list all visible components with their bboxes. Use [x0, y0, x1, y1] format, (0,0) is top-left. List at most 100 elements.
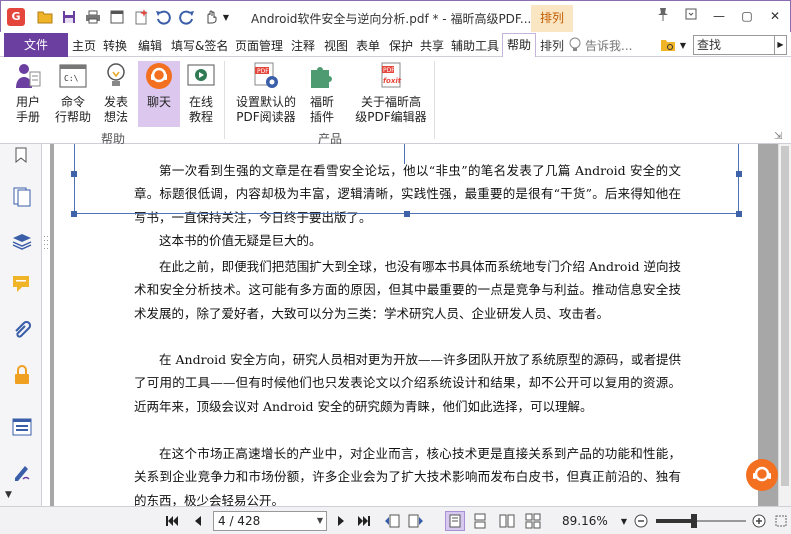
tab-file[interactable]: 文件 [4, 33, 68, 57]
user-manual-button[interactable]: 用户 手册 [8, 61, 48, 127]
resize-handle[interactable] [71, 171, 77, 177]
tab-protect[interactable]: 保护 [389, 37, 413, 54]
ribbon-collapse-icon[interactable]: ⇲ [774, 131, 782, 142]
foxit-badge-text: foxit [383, 77, 402, 85]
tab-convert[interactable]: 转换 [103, 37, 127, 54]
page-number-input[interactable]: 4 / 428 ▼ [213, 511, 327, 531]
open-folder-icon[interactable] [37, 9, 53, 25]
user-manual-label-2: 手册 [15, 110, 40, 124]
resize-handle[interactable] [736, 171, 742, 177]
save-icon[interactable] [61, 9, 77, 25]
user-manual-label-1: 用户 [15, 95, 40, 109]
redo-icon[interactable] [179, 9, 195, 25]
scrollbar-thumb[interactable] [781, 146, 789, 486]
about-foxit-button[interactable]: PDF foxit 关于福昕高 级PDF编辑器 [354, 61, 428, 127]
app-logo-icon[interactable]: G [7, 8, 25, 26]
about-foxit-label-1: 关于福昕高 [360, 95, 421, 109]
hand-tool-icon[interactable] [203, 9, 219, 25]
plugins-button[interactable]: 福昕 插件 [303, 61, 341, 127]
continuous-facing-view-button[interactable] [523, 511, 543, 531]
chat-button[interactable]: 聊天 [138, 61, 180, 127]
zoom-slider[interactable] [656, 514, 746, 528]
vertical-scrollbar[interactable] [778, 144, 791, 506]
pin-icon[interactable] [651, 7, 675, 25]
layers-icon[interactable] [11, 230, 33, 252]
title-bar: G ▼ Android软件安全与逆向分析.pdf * - 福昕高级PDF... … [0, 0, 791, 33]
comments-icon[interactable] [11, 273, 33, 295]
attachments-icon[interactable] [11, 320, 33, 342]
tab-fill-sign[interactable]: 填写&签名 [171, 37, 228, 54]
pdf-page[interactable]: 第一次看到生强的文章是在看雪安全论坛，他以“非虫”的笔名发表了几篇 Androi… [54, 144, 758, 506]
resize-handle[interactable] [736, 211, 742, 217]
bookmark-icon[interactable] [11, 144, 33, 166]
continuous-view-button[interactable] [470, 511, 490, 531]
single-page-view-button[interactable] [445, 511, 465, 531]
share-idea-button[interactable]: 发表 想法 [97, 61, 135, 127]
dropdown-arrow-icon[interactable]: ▼ [221, 9, 231, 25]
undo-icon[interactable] [155, 9, 171, 25]
panel-expand-arrow-icon[interactable]: ▼ [5, 490, 12, 500]
zoom-dropdown-arrow-icon[interactable]: ▼ [619, 513, 629, 529]
page-dropdown-arrow-icon[interactable]: ▼ [317, 512, 323, 530]
zoom-level[interactable]: 89.16% [562, 514, 608, 528]
minimize-button[interactable]: — [707, 7, 731, 25]
close-button[interactable]: ✕ [763, 7, 787, 25]
document-view[interactable]: 第一次看到生强的文章是在看雪安全论坛，他以“非虫”的笔名发表了几篇 Androi… [50, 144, 778, 506]
command-line-help-button[interactable]: C:\ 命令 行帮助 [52, 61, 94, 127]
paragraph: 在 Android 安全方向，研究人员相对更为开放——许多团队开放了系统原型的源… [134, 352, 681, 414]
group-divider [434, 61, 435, 139]
chat-float-button[interactable] [746, 459, 778, 491]
security-icon[interactable] [11, 364, 33, 386]
tab-comment[interactable]: 注释 [291, 37, 315, 54]
search-folder-icon[interactable] [660, 37, 676, 53]
online-tutorial-label-1: 在线 [188, 95, 213, 109]
new-window-icon[interactable] [109, 9, 125, 25]
first-page-icon[interactable] [164, 513, 180, 529]
online-tutorial-button[interactable]: 在线 教程 [183, 61, 219, 127]
svg-text:C:\: C:\ [64, 74, 79, 83]
tab-home[interactable]: 主页 [72, 37, 96, 54]
about-foxit-label-2: 级PDF编辑器 [355, 110, 427, 124]
search-options-dropdown-icon[interactable]: ▼ [678, 37, 688, 53]
tab-view[interactable]: 视图 [324, 37, 348, 54]
tab-page-management[interactable]: 页面管理 [235, 37, 283, 54]
forward-icon[interactable] [408, 513, 424, 529]
tab-help[interactable]: 帮助 [502, 33, 536, 58]
find-next-icon[interactable]: ▶ [775, 35, 787, 55]
find-input[interactable]: 查找 [693, 35, 775, 55]
maximize-button[interactable]: ▢ [735, 7, 759, 25]
pages-icon[interactable] [11, 186, 33, 208]
about-foxit-icon: PDF foxit [376, 61, 406, 91]
text-box-selection[interactable] [74, 144, 739, 214]
tab-share[interactable]: 共享 [420, 37, 444, 54]
idea-bulb-icon [101, 61, 131, 91]
user-manual-icon [13, 61, 43, 91]
prev-page-icon[interactable] [190, 513, 206, 529]
resize-handle[interactable] [71, 211, 77, 217]
panel-splitter[interactable] [42, 144, 50, 506]
ribbon-options-button[interactable] [679, 7, 703, 25]
share-idea-label-1: 发表 [103, 95, 128, 109]
menu-bar: 文件 主页 转换 编辑 填写&签名 页面管理 注释 视图 表单 保护 共享 辅助… [0, 32, 791, 58]
tab-edit[interactable]: 编辑 [138, 37, 162, 54]
resize-handle[interactable] [404, 211, 410, 217]
facing-view-button[interactable] [497, 511, 517, 531]
zoom-slider-handle[interactable] [690, 514, 697, 528]
context-tab-arrange-header[interactable]: 排列 [531, 5, 573, 33]
tab-form[interactable]: 表单 [356, 37, 380, 54]
sparkle-icon[interactable] [133, 9, 149, 25]
back-icon[interactable] [384, 513, 400, 529]
next-page-icon[interactable] [333, 513, 349, 529]
tab-accessibility[interactable]: 辅助工具 [451, 37, 499, 54]
tell-me-input[interactable]: 告诉我... [585, 37, 632, 54]
zoom-out-icon[interactable] [633, 513, 649, 529]
pdf-badge-text-2: PDF [383, 67, 395, 74]
signature-icon[interactable] [11, 460, 33, 482]
fit-icon[interactable] [773, 513, 789, 529]
set-default-reader-button[interactable]: PDF 设置默认的 PDF阅读器 [232, 61, 300, 127]
zoom-in-icon[interactable] [751, 513, 767, 529]
form-fields-icon[interactable] [11, 416, 33, 438]
last-page-icon[interactable] [356, 513, 372, 529]
tab-arrange[interactable]: 排列 [540, 37, 564, 54]
print-icon[interactable] [85, 9, 101, 25]
